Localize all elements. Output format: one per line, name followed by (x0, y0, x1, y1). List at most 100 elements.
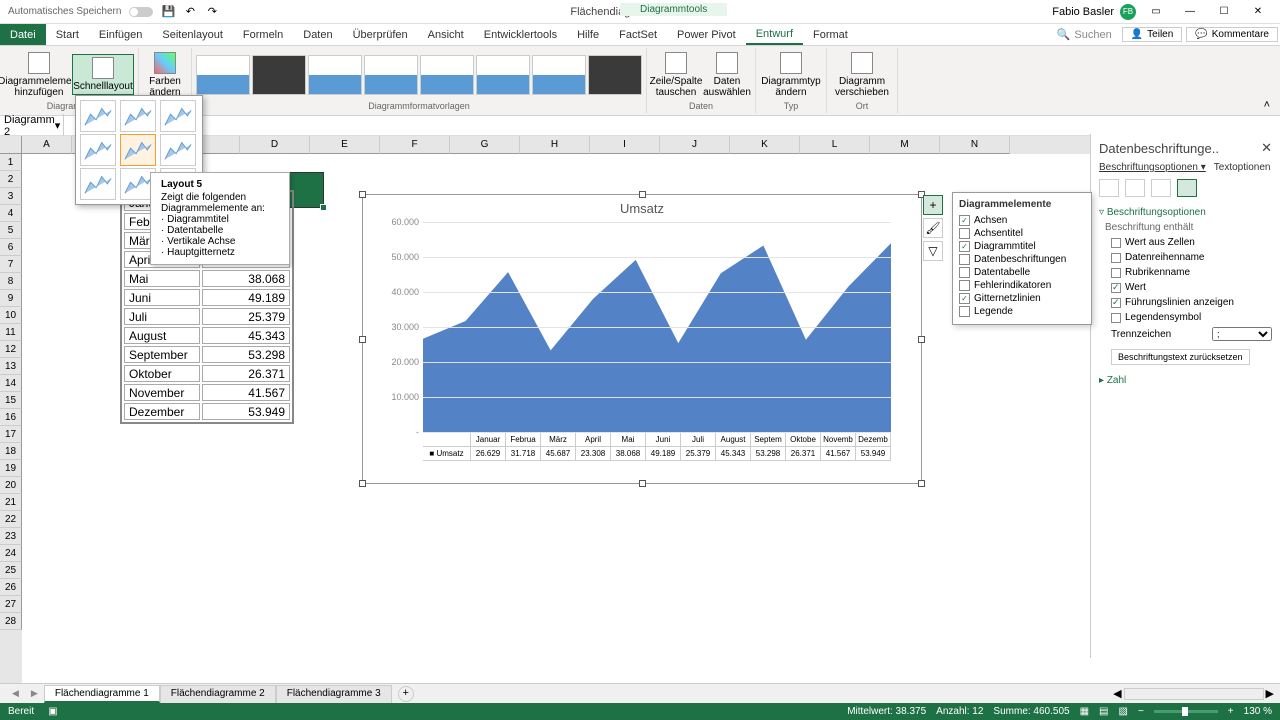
sheet-tab[interactable]: Flächendiagramme 3 (276, 685, 392, 703)
table-cell[interactable]: 25.379 (202, 308, 290, 325)
table-cell[interactable]: Dezember (124, 403, 200, 420)
size-props-icon[interactable] (1151, 179, 1171, 197)
comments-button[interactable]: 💬 Kommentare (1186, 27, 1278, 42)
table-cell[interactable]: September (124, 346, 200, 363)
collapse-ribbon-icon[interactable]: ˄ (1258, 97, 1276, 113)
row-header-17[interactable]: 17 (0, 426, 22, 443)
chart-elements-button[interactable]: + (923, 195, 943, 215)
row-header-15[interactable]: 15 (0, 392, 22, 409)
minimize-icon[interactable]: — (1176, 2, 1204, 22)
row-header-25[interactable]: 25 (0, 562, 22, 579)
checkbox[interactable] (959, 254, 970, 265)
row-header-3[interactable]: 3 (0, 188, 22, 205)
chart-element-option[interactable]: Datentabelle (959, 266, 1085, 279)
sheet-tab[interactable]: Flächendiagramme 1 (44, 685, 160, 703)
label-option[interactable]: Datenreihenname (1099, 250, 1272, 265)
checkbox[interactable] (1111, 238, 1121, 248)
table-cell[interactable]: August (124, 327, 200, 344)
row-header-7[interactable]: 7 (0, 256, 22, 273)
chart-element-option[interactable]: Datenbeschriftungen (959, 253, 1085, 266)
chart-styles-button[interactable]: 🖌 (923, 218, 943, 238)
checkbox[interactable] (959, 267, 970, 278)
chart-style-2[interactable] (252, 55, 306, 95)
row-header-19[interactable]: 19 (0, 460, 22, 477)
quick-layout-button[interactable]: Schnelllayout (72, 54, 134, 95)
checkbox[interactable] (959, 293, 970, 304)
reset-label-text-button[interactable]: Beschriftungstext zurücksetzen (1111, 349, 1250, 365)
layout-thumb-2[interactable] (120, 100, 156, 132)
tab-start[interactable]: Start (46, 24, 89, 45)
search-box[interactable]: 🔍 Suchen (1057, 28, 1112, 41)
label-option[interactable]: Wert (1099, 280, 1272, 295)
table-cell[interactable]: 53.298 (202, 346, 290, 363)
change-chart-type-button[interactable]: Diagrammtyp ändern (760, 50, 822, 100)
chart-element-option[interactable]: Legende (959, 305, 1085, 318)
sheet-nav-next[interactable]: ▶ (25, 688, 44, 699)
checkbox[interactable] (1111, 253, 1121, 263)
layout-thumb-5[interactable] (120, 134, 156, 166)
col-header-M[interactable]: M (870, 136, 940, 154)
checkbox[interactable] (1111, 283, 1121, 293)
effects-icon[interactable] (1125, 179, 1145, 197)
chart-element-option[interactable]: Fehlerindikatoren (959, 279, 1085, 292)
checkbox[interactable] (1111, 313, 1121, 323)
row-header-12[interactable]: 12 (0, 341, 22, 358)
layout-thumb-4[interactable] (80, 134, 116, 166)
change-colors-button[interactable]: Farben ändern (143, 50, 187, 100)
tab-datei[interactable]: Datei (0, 24, 46, 45)
table-cell[interactable]: 38.068 (202, 270, 290, 287)
add-sheet-button[interactable]: + (398, 686, 414, 702)
layout-thumb-7[interactable] (80, 168, 116, 200)
table-cell[interactable]: Juli (124, 308, 200, 325)
label-option[interactable]: Führungslinien anzeigen (1099, 295, 1272, 310)
chart-element-option[interactable]: Diagrammtitel (959, 240, 1085, 253)
chart-style-7[interactable] (532, 55, 586, 95)
section-number[interactable]: ▸ Zahl (1099, 375, 1272, 386)
tab-text-options[interactable]: Textoptionen (1214, 162, 1271, 173)
row-header-23[interactable]: 23 (0, 528, 22, 545)
col-header-D[interactable]: D (240, 136, 310, 154)
redo-icon[interactable]: ↷ (205, 5, 219, 19)
select-all-corner[interactable] (0, 136, 22, 154)
checkbox[interactable] (1111, 268, 1121, 278)
table-cell[interactable]: Juni (124, 289, 200, 306)
switch-row-col-button[interactable]: Zeile/Spalte tauschen (651, 50, 701, 100)
col-header-N[interactable]: N (940, 136, 1010, 154)
scroll-left-icon[interactable]: ◀ (1113, 687, 1121, 700)
row-header-24[interactable]: 24 (0, 545, 22, 562)
table-cell[interactable]: November (124, 384, 200, 401)
chart-style-5[interactable] (420, 55, 474, 95)
chart-element-option[interactable]: Gitternetzlinien (959, 292, 1085, 305)
select-data-button[interactable]: Daten auswählen (703, 50, 751, 100)
col-header-H[interactable]: H (520, 136, 590, 154)
col-header-E[interactable]: E (310, 136, 380, 154)
tab-format[interactable]: Format (803, 24, 858, 45)
tab-factset[interactable]: FactSet (609, 24, 667, 45)
view-layout-icon[interactable]: ▤ (1099, 706, 1108, 717)
col-header-J[interactable]: J (660, 136, 730, 154)
table-cell[interactable]: 26.371 (202, 365, 290, 382)
chart-title[interactable]: Umsatz (363, 195, 921, 222)
chart-element-option[interactable]: Achsentitel (959, 227, 1085, 240)
label-option[interactable]: Legendensymbol (1099, 310, 1272, 325)
row-header-27[interactable]: 27 (0, 596, 22, 613)
format-pane-close-icon[interactable]: ✕ (1261, 140, 1272, 156)
row-header-4[interactable]: 4 (0, 205, 22, 222)
row-header-9[interactable]: 9 (0, 290, 22, 307)
tab-einfügen[interactable]: Einfügen (89, 24, 152, 45)
chart-style-8[interactable] (588, 55, 642, 95)
horizontal-scrollbar[interactable] (1124, 688, 1264, 700)
table-cell[interactable]: Oktober (124, 365, 200, 382)
row-header-28[interactable]: 28 (0, 613, 22, 630)
separator-select[interactable]: ; (1212, 327, 1272, 341)
chart-filter-button[interactable]: ▽ (923, 241, 943, 261)
share-button[interactable]: 👤 Teilen (1122, 27, 1183, 42)
col-header-I[interactable]: I (590, 136, 660, 154)
label-options-icon[interactable] (1177, 179, 1197, 197)
checkbox[interactable] (959, 241, 970, 252)
view-pagebreak-icon[interactable]: ▧ (1119, 706, 1128, 717)
checkbox[interactable] (959, 228, 970, 239)
chevron-down-icon[interactable]: ▾ (55, 119, 61, 132)
chart-style-1[interactable] (196, 55, 250, 95)
move-chart-button[interactable]: Diagramm verschieben (831, 50, 893, 100)
